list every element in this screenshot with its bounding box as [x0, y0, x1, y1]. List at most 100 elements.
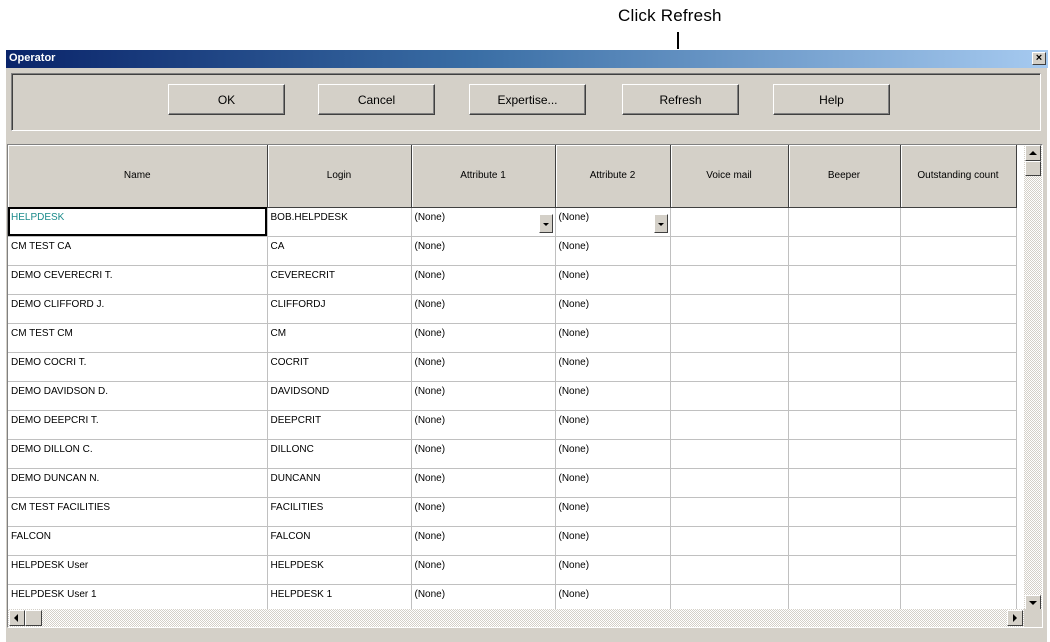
- cell-attribute-2[interactable]: (None): [555, 497, 671, 527]
- chevron-down-icon[interactable]: [653, 213, 668, 233]
- vertical-scroll-thumb[interactable]: [1025, 161, 1041, 176]
- cell-attribute-1[interactable]: (None): [411, 497, 556, 527]
- cell-login[interactable]: BOB.HELPDESK: [267, 207, 412, 237]
- cell-outstanding-count[interactable]: [900, 352, 1017, 382]
- cell-voice-mail[interactable]: [670, 294, 789, 324]
- cell-beeper[interactable]: [788, 439, 901, 469]
- cell-beeper[interactable]: [788, 323, 901, 353]
- cell-attribute-1[interactable]: (None): [411, 526, 556, 556]
- cell-login[interactable]: DUNCANN: [267, 468, 412, 498]
- column-header-voice-mail[interactable]: Voice mail: [670, 145, 789, 208]
- cell-name[interactable]: HELPDESK User: [8, 555, 268, 585]
- cell-attribute-2[interactable]: (None): [555, 323, 671, 353]
- cell-login[interactable]: HELPDESK: [267, 555, 412, 585]
- cell-attribute-2[interactable]: (None): [555, 381, 671, 411]
- cell-login[interactable]: CA: [267, 236, 412, 266]
- cell-attribute-1[interactable]: (None): [411, 555, 556, 585]
- cell-beeper[interactable]: [788, 526, 901, 556]
- cell-outstanding-count[interactable]: [900, 381, 1017, 411]
- cell-attribute-1[interactable]: (None): [411, 468, 556, 498]
- cell-beeper[interactable]: [788, 497, 901, 527]
- cell-voice-mail[interactable]: [670, 265, 789, 295]
- cell-name[interactable]: DEMO DAVIDSON D.: [8, 381, 268, 411]
- cell-login[interactable]: COCRIT: [267, 352, 412, 382]
- cell-beeper[interactable]: [788, 468, 901, 498]
- cell-attribute-2[interactable]: (None): [555, 294, 671, 324]
- cell-outstanding-count[interactable]: [900, 294, 1017, 324]
- cell-attribute-1[interactable]: (None): [411, 352, 556, 382]
- cell-outstanding-count[interactable]: [900, 323, 1017, 353]
- cell-voice-mail[interactable]: [670, 207, 789, 237]
- ok-button[interactable]: OK: [168, 84, 285, 115]
- cell-outstanding-count[interactable]: [900, 439, 1017, 469]
- table-row[interactable]: DEMO DILLON C. DILLONC (None) (None): [8, 439, 1017, 469]
- arrow-left-icon[interactable]: [9, 610, 25, 626]
- horizontal-scrollbar[interactable]: [8, 609, 1024, 627]
- cell-beeper[interactable]: [788, 236, 901, 266]
- cell-beeper[interactable]: [788, 410, 901, 440]
- cell-attribute-1[interactable]: (None): [411, 381, 556, 411]
- cell-voice-mail[interactable]: [670, 352, 789, 382]
- cell-name[interactable]: DEMO DUNCAN N.: [8, 468, 268, 498]
- cell-attribute-1[interactable]: (None): [411, 439, 556, 469]
- cell-outstanding-count[interactable]: [900, 236, 1017, 266]
- cell-voice-mail[interactable]: [670, 555, 789, 585]
- column-header-attribute-2[interactable]: Attribute 2: [555, 145, 671, 208]
- cell-attribute-2[interactable]: (None): [555, 555, 671, 585]
- cell-attribute-2[interactable]: (None): [555, 410, 671, 440]
- cell-beeper[interactable]: [788, 555, 901, 585]
- cell-outstanding-count[interactable]: [900, 410, 1017, 440]
- cell-login[interactable]: DAVIDSOND: [267, 381, 412, 411]
- cell-name[interactable]: DEMO DEEPCRI T.: [8, 410, 268, 440]
- cell-attribute-1[interactable]: (None): [411, 410, 556, 440]
- column-header-attribute-1[interactable]: Attribute 1: [411, 145, 556, 208]
- cell-outstanding-count[interactable]: [900, 526, 1017, 556]
- table-row[interactable]: DEMO DUNCAN N. DUNCANN (None) (None): [8, 468, 1017, 498]
- cell-outstanding-count[interactable]: [900, 555, 1017, 585]
- cell-name[interactable]: CM TEST CA: [8, 236, 268, 266]
- cell-name[interactable]: FALCON: [8, 526, 268, 556]
- refresh-button[interactable]: Refresh: [622, 84, 739, 115]
- table-row[interactable]: CM TEST CA CA (None) (None): [8, 236, 1017, 266]
- arrow-up-icon[interactable]: [1025, 145, 1041, 161]
- table-row[interactable]: DEMO CEVERECRI T. CEVERECRIT (None) (Non…: [8, 265, 1017, 295]
- cell-outstanding-count[interactable]: [900, 207, 1017, 237]
- cell-attribute-1[interactable]: (None): [411, 265, 556, 295]
- cell-login[interactable]: DEEPCRIT: [267, 410, 412, 440]
- cell-login[interactable]: FALCON: [267, 526, 412, 556]
- cell-beeper[interactable]: [788, 352, 901, 382]
- cell-login[interactable]: DILLONC: [267, 439, 412, 469]
- table-row[interactable]: DEMO DAVIDSON D. DAVIDSOND (None) (None): [8, 381, 1017, 411]
- cell-beeper[interactable]: [788, 381, 901, 411]
- table-row[interactable]: HELPDESK BOB.HELPDESK (None) (None): [8, 207, 1017, 237]
- cell-attribute-2[interactable]: (None): [555, 236, 671, 266]
- horizontal-scroll-thumb[interactable]: [25, 610, 42, 626]
- cell-voice-mail[interactable]: [670, 381, 789, 411]
- cell-voice-mail[interactable]: [670, 497, 789, 527]
- cell-voice-mail[interactable]: [670, 468, 789, 498]
- close-icon[interactable]: ×: [1032, 52, 1046, 65]
- table-row[interactable]: DEMO DEEPCRI T. DEEPCRIT (None) (None): [8, 410, 1017, 440]
- table-row[interactable]: HELPDESK User HELPDESK (None) (None): [8, 555, 1017, 585]
- cell-voice-mail[interactable]: [670, 526, 789, 556]
- operator-grid[interactable]: Name Login Attribute 1 Attribute 2 Voice…: [7, 144, 1043, 628]
- title-bar[interactable]: Operator ×: [6, 50, 1048, 68]
- cell-voice-mail[interactable]: [670, 439, 789, 469]
- table-row[interactable]: DEMO COCRI T. COCRIT (None) (None): [8, 352, 1017, 382]
- cell-name[interactable]: DEMO CEVERECRI T.: [8, 265, 268, 295]
- cell-attribute-2[interactable]: (None): [555, 439, 671, 469]
- cell-name[interactable]: DEMO DILLON C.: [8, 439, 268, 469]
- cell-voice-mail[interactable]: [670, 323, 789, 353]
- cell-attribute-1[interactable]: (None): [411, 207, 556, 237]
- cell-name[interactable]: CM TEST CM: [8, 323, 268, 353]
- cell-beeper[interactable]: [788, 294, 901, 324]
- expertise-button[interactable]: Expertise...: [469, 84, 586, 115]
- column-header-outstanding-count[interactable]: Outstanding count: [900, 145, 1017, 208]
- cell-beeper[interactable]: [788, 207, 901, 237]
- cell-attribute-1[interactable]: (None): [411, 236, 556, 266]
- cell-outstanding-count[interactable]: [900, 468, 1017, 498]
- column-header-name[interactable]: Name: [8, 145, 268, 208]
- arrow-right-icon[interactable]: [1007, 610, 1023, 626]
- cell-attribute-2[interactable]: (None): [555, 265, 671, 295]
- cell-name[interactable]: DEMO COCRI T.: [8, 352, 268, 382]
